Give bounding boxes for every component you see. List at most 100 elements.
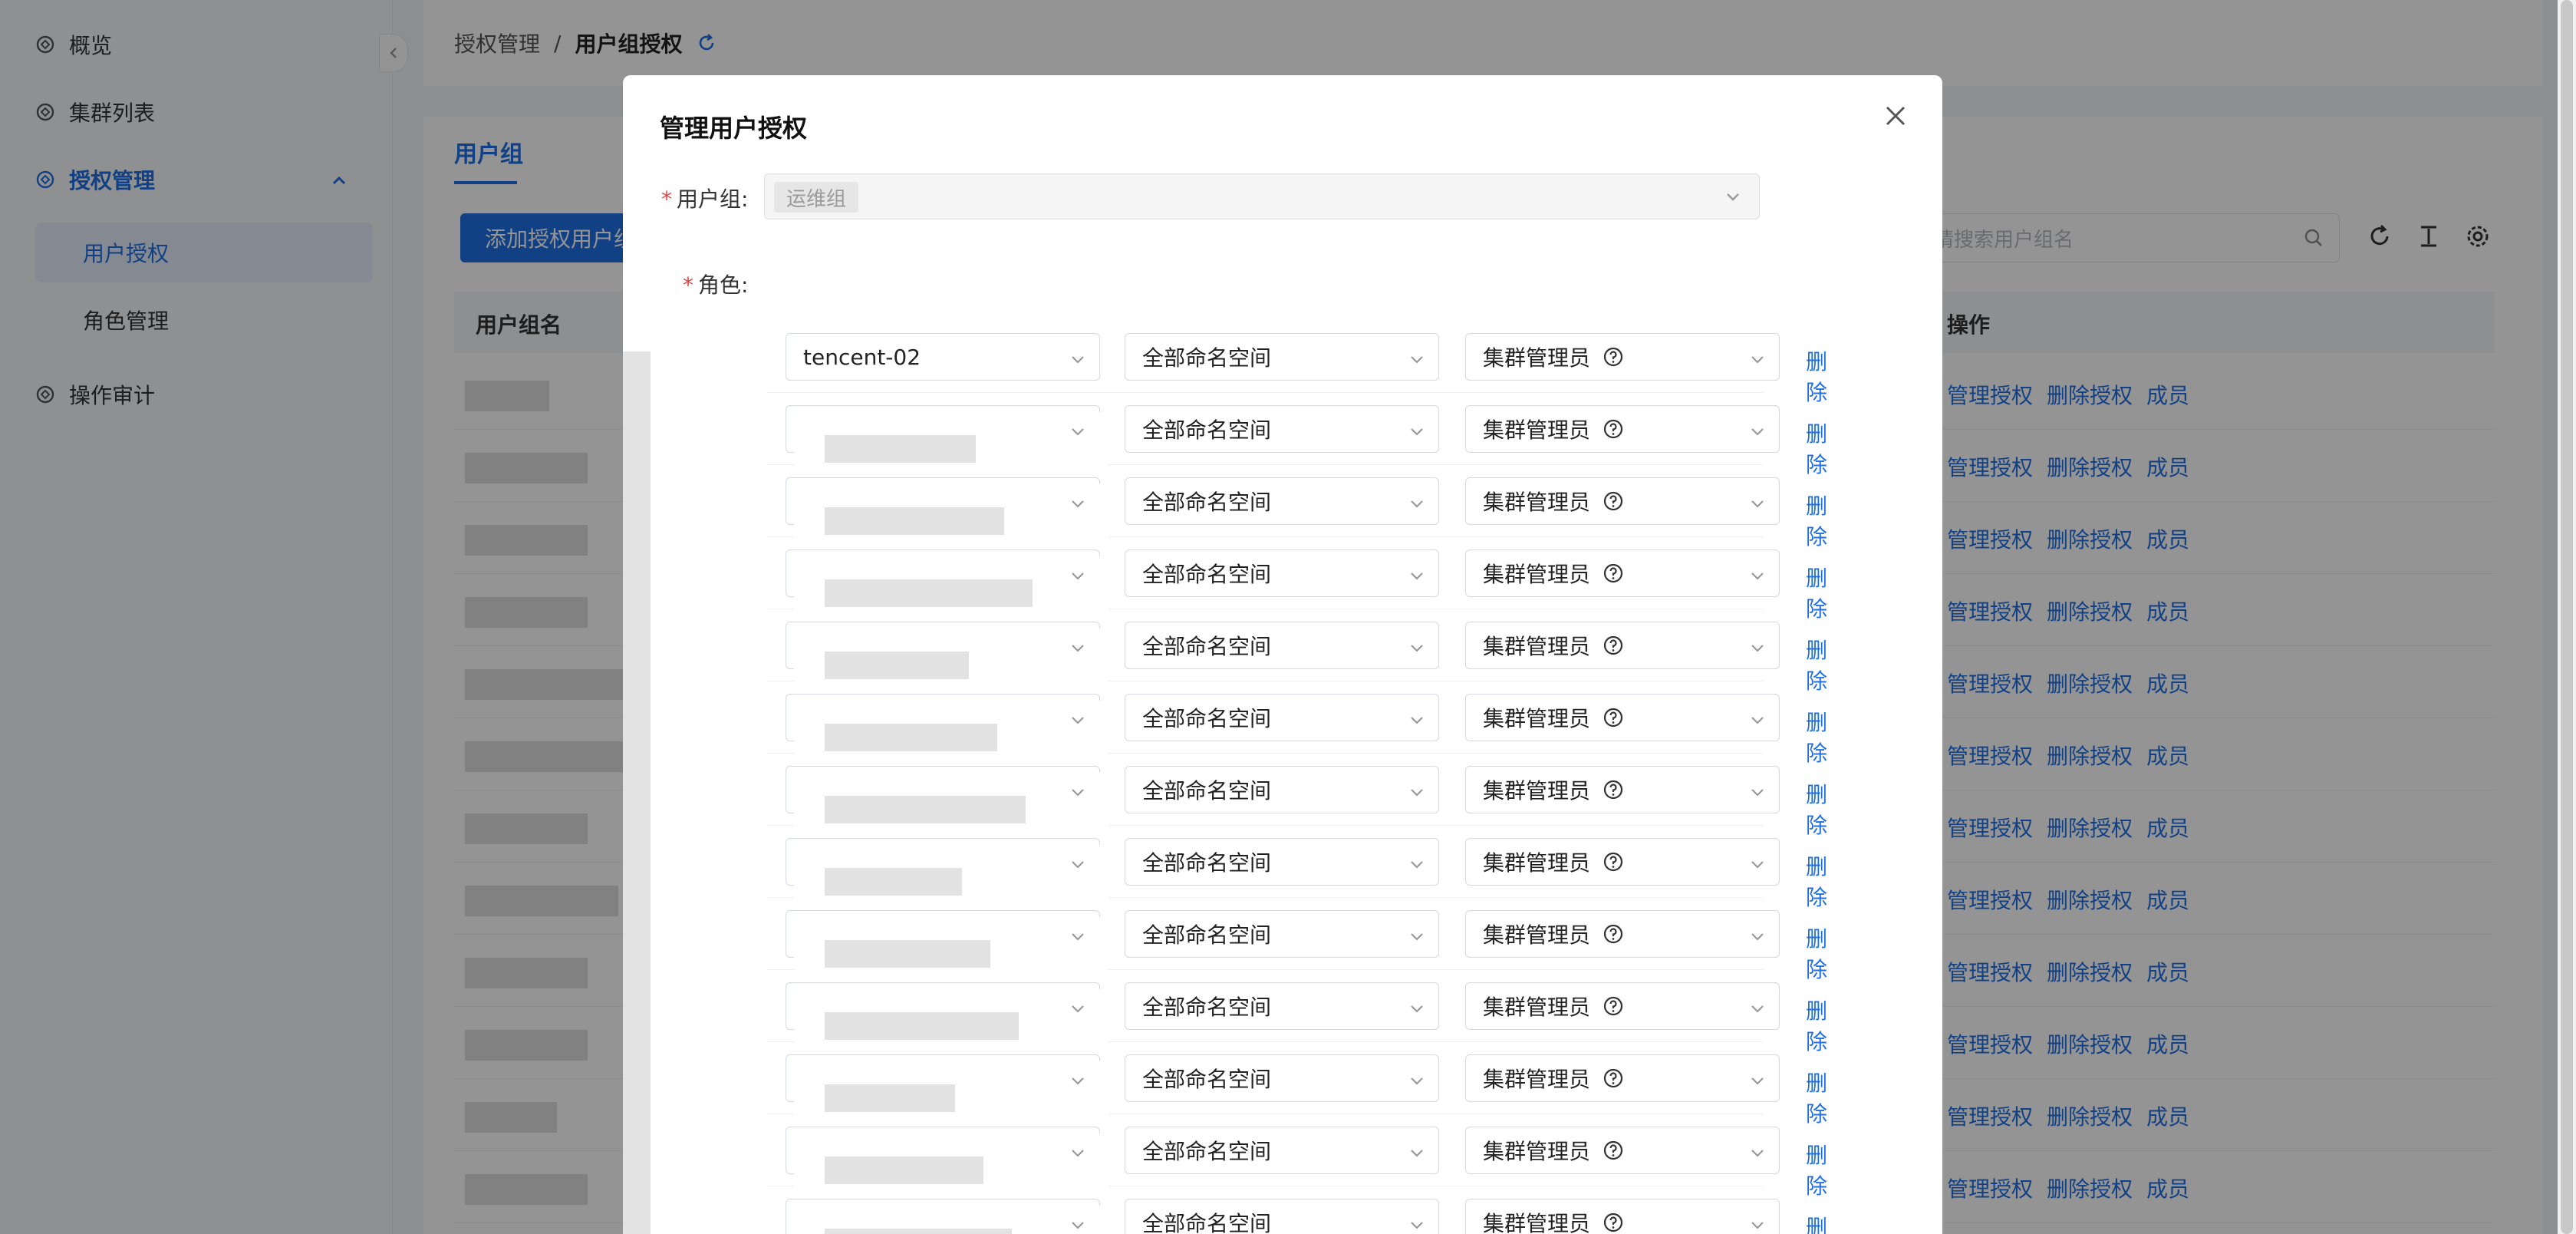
blurred-cluster-name (794, 1061, 1108, 1121)
cluster-select[interactable] (786, 766, 1108, 833)
delete-role-button[interactable]: 删除 (1806, 706, 1827, 767)
delete-role-button[interactable]: 删除 (1806, 490, 1827, 551)
namespace-select-value: 全部命名空间 (1142, 345, 1272, 371)
help-question-icon[interactable] (1603, 1140, 1624, 1161)
namespace-select[interactable]: 全部命名空间 (1125, 333, 1439, 381)
chevron-down-icon (1748, 565, 1767, 583)
delete-role-button[interactable]: 删除 (1806, 1139, 1827, 1200)
cluster-select[interactable] (786, 405, 1108, 472)
role-select-value: 集群管理员 (1483, 778, 1591, 803)
namespace-select-value: 全部命名空间 (1142, 417, 1272, 443)
help-question-icon[interactable] (1603, 1067, 1624, 1089)
cluster-select[interactable] (786, 1127, 1108, 1193)
help-question-icon[interactable] (1603, 923, 1624, 945)
role-select[interactable]: 集群管理员 (1465, 405, 1780, 453)
namespace-select[interactable]: 全部命名空间 (1125, 1127, 1439, 1174)
cluster-select[interactable] (786, 549, 1108, 616)
blurred-cluster-name (794, 412, 1108, 472)
chevron-down-icon (1748, 348, 1767, 367)
namespace-select[interactable]: 全部命名空间 (1125, 766, 1439, 813)
role-select[interactable]: 集群管理员 (1465, 1054, 1780, 1102)
role-select[interactable]: 集群管理员 (1465, 1199, 1780, 1234)
help-question-icon[interactable] (1603, 635, 1624, 656)
page-scroll-thumb[interactable] (2561, 0, 2573, 1234)
role-row: 全部命名空间 集群管理员 删除 (767, 465, 1827, 549)
delete-role-button[interactable]: 删除 (1806, 995, 1827, 1056)
left-blur-strip (623, 351, 651, 1234)
role-select[interactable]: 集群管理员 (1465, 694, 1780, 741)
chevron-down-icon (1408, 637, 1426, 655)
delete-role-button[interactable]: 删除 (1806, 417, 1827, 479)
namespace-select[interactable]: 全部命名空间 (1125, 477, 1439, 525)
role-select[interactable]: 集群管理员 (1465, 1127, 1780, 1174)
role-select[interactable]: 集群管理员 (1465, 333, 1780, 381)
role-select[interactable]: 集群管理员 (1465, 477, 1780, 525)
chevron-down-icon (1069, 493, 1087, 511)
role-select-value: 集群管理员 (1483, 706, 1591, 731)
namespace-select[interactable]: 全部命名空间 (1125, 838, 1439, 886)
role-select[interactable]: 集群管理员 (1465, 838, 1780, 886)
blurred-cluster-name (794, 917, 1108, 977)
help-question-icon[interactable] (1603, 1212, 1624, 1233)
namespace-select[interactable]: 全部命名空间 (1125, 1199, 1439, 1234)
help-question-icon[interactable] (1603, 707, 1624, 728)
close-icon[interactable] (1883, 103, 1909, 129)
cluster-select[interactable] (786, 622, 1108, 688)
chevron-down-icon (1748, 1142, 1767, 1160)
help-question-icon[interactable] (1603, 563, 1624, 584)
delete-role-button[interactable]: 删除 (1806, 778, 1827, 840)
delete-role-button[interactable]: 删除 (1806, 850, 1827, 912)
chevron-down-icon (1408, 853, 1426, 872)
cluster-select[interactable] (786, 1054, 1108, 1121)
cluster-select[interactable] (786, 910, 1108, 977)
delete-role-button[interactable]: 删除 (1806, 922, 1827, 984)
namespace-select-value: 全部命名空间 (1142, 706, 1272, 731)
role-select-value: 集群管理员 (1483, 922, 1591, 948)
help-question-icon[interactable] (1603, 490, 1624, 512)
namespace-select[interactable]: 全部命名空间 (1125, 910, 1439, 958)
help-question-icon[interactable] (1603, 851, 1624, 873)
namespace-select[interactable]: 全部命名空间 (1125, 549, 1439, 597)
delete-role-button[interactable]: 删除 (1806, 1211, 1827, 1234)
chevron-down-icon (1069, 348, 1087, 367)
delete-role-button[interactable]: 删除 (1806, 1067, 1827, 1128)
chevron-down-icon (1069, 1142, 1087, 1160)
namespace-select[interactable]: 全部命名空间 (1125, 982, 1439, 1030)
role-select[interactable]: 集群管理员 (1465, 766, 1780, 813)
delete-role-button[interactable]: 删除 (1806, 634, 1827, 695)
chevron-down-icon (1408, 1214, 1426, 1232)
blurred-cluster-name (794, 1133, 1108, 1193)
chevron-down-icon (1408, 781, 1426, 800)
cluster-select[interactable] (786, 477, 1108, 544)
role-row: 全部命名空间 集群管理员 删除 (767, 1186, 1827, 1234)
role-select[interactable]: 集群管理员 (1465, 622, 1780, 669)
help-question-icon[interactable] (1603, 995, 1624, 1017)
help-question-icon[interactable] (1603, 346, 1624, 368)
chevron-down-icon (1069, 1070, 1087, 1088)
help-question-icon[interactable] (1603, 779, 1624, 800)
delete-role-button[interactable]: 删除 (1806, 562, 1827, 623)
cluster-select[interactable] (786, 982, 1108, 1049)
namespace-select[interactable]: 全部命名空间 (1125, 622, 1439, 669)
namespace-select-value: 全部命名空间 (1142, 850, 1272, 876)
usergroup-select[interactable]: 运维组 (764, 173, 1760, 219)
cluster-select-value: tencent-02 (803, 344, 921, 370)
help-question-icon[interactable] (1603, 418, 1624, 440)
cluster-select[interactable] (786, 838, 1108, 905)
blurred-cluster-name (794, 845, 1108, 905)
namespace-select[interactable]: 全部命名空间 (1125, 1054, 1439, 1102)
cluster-select[interactable] (786, 694, 1108, 761)
role-select[interactable]: 集群管理员 (1465, 910, 1780, 958)
blur-block (825, 579, 1033, 607)
modal-title: 管理用户授权 (660, 114, 808, 143)
delete-role-button[interactable]: 删除 (1806, 345, 1827, 407)
cluster-select[interactable]: tencent-02 (786, 333, 1100, 381)
cluster-select[interactable] (786, 1199, 1108, 1234)
blurred-cluster-name (794, 701, 1108, 761)
namespace-select[interactable]: 全部命名空间 (1125, 694, 1439, 741)
role-row: 全部命名空间 集群管理员 删除 (767, 898, 1827, 982)
namespace-select[interactable]: 全部命名空间 (1125, 405, 1439, 453)
blur-block (825, 796, 1026, 823)
role-select[interactable]: 集群管理员 (1465, 549, 1780, 597)
role-select[interactable]: 集群管理员 (1465, 982, 1780, 1030)
